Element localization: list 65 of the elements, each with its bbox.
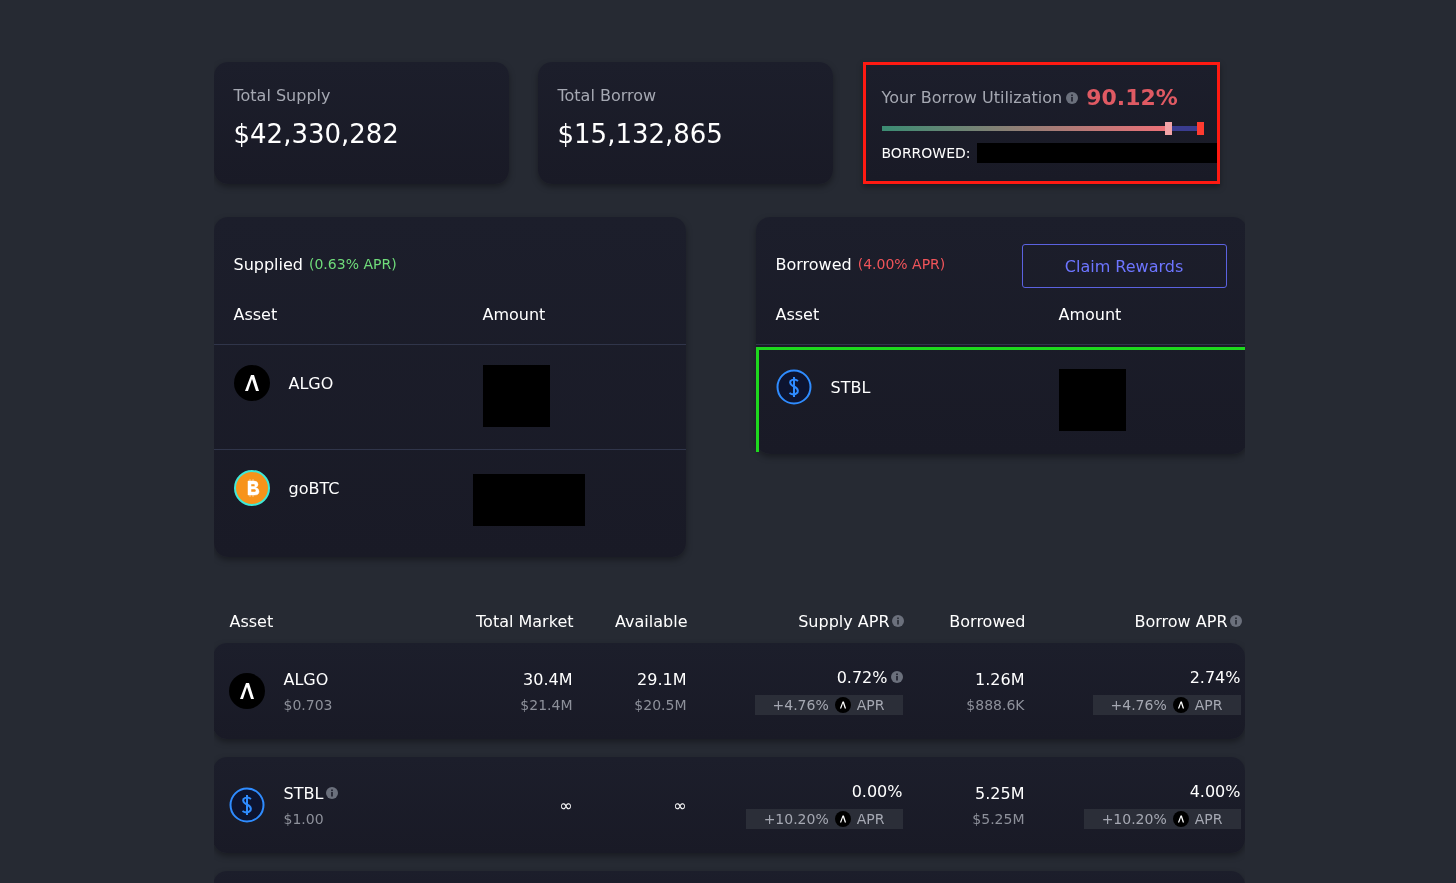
info-icon[interactable]	[326, 787, 339, 799]
borrow-apr: 2.74%	[1189, 667, 1241, 687]
asset-name: STBL	[830, 377, 871, 397]
column-header: Asset	[233, 305, 279, 324]
coin-icon	[1172, 810, 1189, 827]
total-market: ∞	[559, 795, 573, 815]
coin-icon	[228, 673, 265, 709]
panel-title: Supplied	[233, 254, 303, 274]
borrow-apr: 4.00%	[1189, 781, 1241, 801]
stat-label: Total Borrow	[557, 86, 658, 105]
supply-apr: 0.72%	[836, 667, 888, 687]
info-icon[interactable]	[1066, 91, 1079, 104]
asset-price: $0.703	[283, 696, 333, 713]
column-header: Amount	[482, 305, 547, 324]
redacted-block	[1058, 369, 1126, 431]
redacted-block	[482, 365, 550, 427]
stat-value: $42,330,282	[233, 119, 400, 149]
apr-label: (4.00% APR)	[857, 256, 946, 272]
coin-icon	[834, 810, 851, 827]
stat-value: $15,132,865	[557, 119, 724, 149]
borrowed-amount: 1.26M	[975, 669, 1025, 689]
column-header: Total Market	[476, 611, 574, 631]
asset-name: goBTC	[288, 478, 340, 498]
borrowed-usd: $5.25M	[972, 810, 1025, 827]
reward-apr-chip: +10.20% APR	[745, 808, 903, 829]
info-icon[interactable]	[890, 671, 903, 683]
available-amount: 29.1M	[637, 669, 687, 689]
reward-apr-chip: +4.76% APR	[1092, 694, 1241, 715]
apr-label: (0.63% APR)	[309, 256, 397, 272]
column-header: Supply APR	[798, 611, 890, 631]
asset-name: ALGO	[283, 669, 329, 689]
asset-price: $1.00	[283, 810, 324, 827]
coin-icon	[1172, 696, 1189, 713]
stat-label: Total Supply	[233, 86, 332, 105]
available-amount: ∞	[673, 795, 687, 815]
utilization-label: Your Borrow Utilization	[881, 88, 1063, 107]
reward-apr-chip: +4.76% APR	[754, 694, 903, 715]
asset-name: STBL	[283, 783, 324, 803]
asset-name: ALGO	[288, 373, 334, 393]
borrowed-usd: $888.6K	[966, 696, 1025, 713]
dollar-coin-icon	[775, 369, 812, 405]
borrowed-amount: 5.25M	[975, 783, 1025, 803]
market-row[interactable]: STBL $1.00 ∞ ∞ 0.00% +10.20% APR 5.25M $5.25M 4.00% +10.20% APR	[213, 757, 1245, 853]
column-header: Borrowed	[949, 611, 1026, 631]
dollar-coin-icon	[228, 787, 265, 823]
available-usd: $20.5M	[634, 696, 687, 713]
info-icon[interactable]	[1229, 615, 1242, 627]
coin-icon	[233, 365, 270, 401]
coin-icon	[834, 696, 851, 713]
reward-apr-chip: +10.20% APR	[1083, 808, 1241, 829]
column-header: Borrow APR	[1134, 611, 1228, 631]
total-market: 30.4M	[523, 669, 573, 689]
bitcoin-icon	[233, 470, 270, 506]
borrowed-label: BORROWED:	[881, 145, 971, 161]
column-header: Asset	[229, 611, 274, 631]
utilization-value: 90.12%	[1086, 85, 1178, 110]
column-header: Asset	[775, 305, 821, 324]
claim-rewards-button[interactable]: Claim Rewards	[1021, 244, 1227, 288]
market-row[interactable]: ALGO $0.703 30.4M $21.4M 29.1M $20.5M 0.72% +4.76% APR 1.26M $888.6K 2.74% +4.76% APR	[213, 643, 1245, 739]
supply-apr: 0.00%	[851, 781, 903, 801]
panel-title: Borrowed	[775, 254, 852, 274]
column-header: Amount	[1058, 305, 1123, 324]
info-icon[interactable]	[891, 615, 904, 627]
total-market-usd: $21.4M	[520, 696, 573, 713]
column-header: Available	[615, 611, 688, 631]
